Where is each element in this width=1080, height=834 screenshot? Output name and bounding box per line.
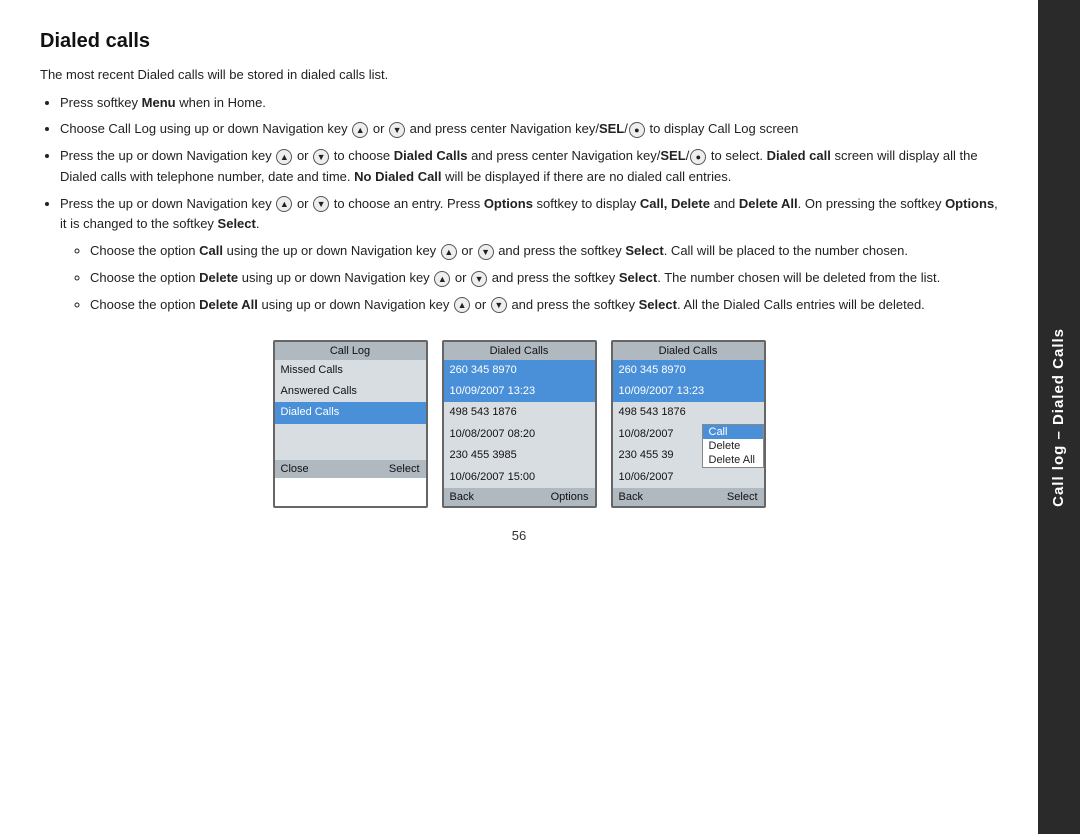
screen3: Dialed Calls 260 345 8970 10/09/2007 13:… xyxy=(611,340,766,508)
nav-up-sub3: ▲ xyxy=(454,297,470,313)
screen1-body: Missed Calls Answered Calls Dialed Calls xyxy=(275,360,426,460)
nav-down-sub2: ▼ xyxy=(471,271,487,287)
sub-bullet-list: Choose the option Call using the up or d… xyxy=(90,241,998,315)
screen3-row6: 10/06/2007 xyxy=(613,467,764,488)
context-menu-delete[interactable]: Delete xyxy=(703,439,763,453)
page-title: Dialed calls xyxy=(40,30,998,53)
intro-text: The most recent Dialed calls will be sto… xyxy=(40,65,998,85)
nav-up-sub2: ▲ xyxy=(434,271,450,287)
screen2-row6: 10/06/2007 15:00 xyxy=(444,467,595,488)
nav-down-sub1: ▼ xyxy=(478,244,494,260)
screen3-footer-right: Select xyxy=(727,491,758,503)
screens-row: Call Log Missed Calls Answered Calls Dia… xyxy=(40,340,998,508)
screen2-row4: 10/08/2007 08:20 xyxy=(444,424,595,445)
screen1-footer-left: Close xyxy=(281,463,309,475)
screen2-row2: 10/09/2007 13:23 xyxy=(444,381,595,402)
screen2-footer: Back Options xyxy=(444,488,595,506)
sub-bullet-1: Choose the option Call using the up or d… xyxy=(90,241,998,262)
screen1-row2: Answered Calls xyxy=(275,381,426,402)
context-menu-delete-all[interactable]: Delete All xyxy=(703,453,763,467)
screen3-row2: 10/09/2007 13:23 xyxy=(613,381,764,402)
screen1-header: Call Log xyxy=(275,342,426,360)
screen3-footer-left: Back xyxy=(619,491,643,503)
nav-down-sub3: ▼ xyxy=(491,297,507,313)
screen3-body: 260 345 8970 10/09/2007 13:23 498 543 18… xyxy=(613,360,764,488)
main-content: Dialed calls The most recent Dialed call… xyxy=(0,0,1038,834)
context-menu-call[interactable]: Call xyxy=(703,425,763,439)
nav-up-icon2: ▲ xyxy=(276,149,292,165)
screen1-footer: Close Select xyxy=(275,460,426,478)
bullet-2: Choose Call Log using up or down Navigat… xyxy=(60,119,998,140)
nav-sel-icon: ● xyxy=(629,122,645,138)
sub-bullet-3: Choose the option Delete All using up or… xyxy=(90,295,998,316)
screen1: Call Log Missed Calls Answered Calls Dia… xyxy=(273,340,428,508)
nav-sel-icon2: ● xyxy=(690,149,706,165)
screen2-row1: 260 345 8970 xyxy=(444,360,595,381)
bullet-list: Press softkey Menu when in Home. Choose … xyxy=(60,93,998,316)
nav-down-icon2: ▼ xyxy=(313,149,329,165)
sidebar-tab: Call log – Dialed Calls xyxy=(1038,0,1080,834)
nav-down-icon3: ▼ xyxy=(313,196,329,212)
screen1-row1: Missed Calls xyxy=(275,360,426,381)
sidebar-tab-label: Call log – Dialed Calls xyxy=(1049,328,1069,507)
screen2-header: Dialed Calls xyxy=(444,342,595,360)
screen1-footer-right: Select xyxy=(389,463,420,475)
nav-up-icon: ▲ xyxy=(352,122,368,138)
screen2-body: 260 345 8970 10/09/2007 13:23 498 543 18… xyxy=(444,360,595,488)
screen1-row3: Dialed Calls xyxy=(275,402,426,423)
screen2-row3: 498 543 1876 xyxy=(444,402,595,423)
screen3-row1: 260 345 8970 xyxy=(613,360,764,381)
nav-up-sub1: ▲ xyxy=(441,244,457,260)
bullet-3: Press the up or down Navigation key ▲ or… xyxy=(60,146,998,188)
screen2-row5: 230 455 3985 xyxy=(444,445,595,466)
screen3-row3: 498 543 1876 xyxy=(613,402,764,423)
screen3-row4-wrap: 10/08/2007 Call Delete Delete All xyxy=(613,424,764,445)
nav-up-icon3: ▲ xyxy=(276,196,292,212)
context-menu: Call Delete Delete All xyxy=(702,424,764,468)
page-number: 56 xyxy=(40,528,998,543)
screen3-footer: Back Select xyxy=(613,488,764,506)
screen3-header: Dialed Calls xyxy=(613,342,764,360)
bullet-1: Press softkey Menu when in Home. xyxy=(60,93,998,114)
bullet-4: Press the up or down Navigation key ▲ or… xyxy=(60,194,998,316)
screen2-footer-right: Options xyxy=(551,491,589,503)
screen2-footer-left: Back xyxy=(450,491,474,503)
sub-bullet-2: Choose the option Delete using up or dow… xyxy=(90,268,998,289)
screen2: Dialed Calls 260 345 8970 10/09/2007 13:… xyxy=(442,340,597,508)
nav-down-icon: ▼ xyxy=(389,122,405,138)
